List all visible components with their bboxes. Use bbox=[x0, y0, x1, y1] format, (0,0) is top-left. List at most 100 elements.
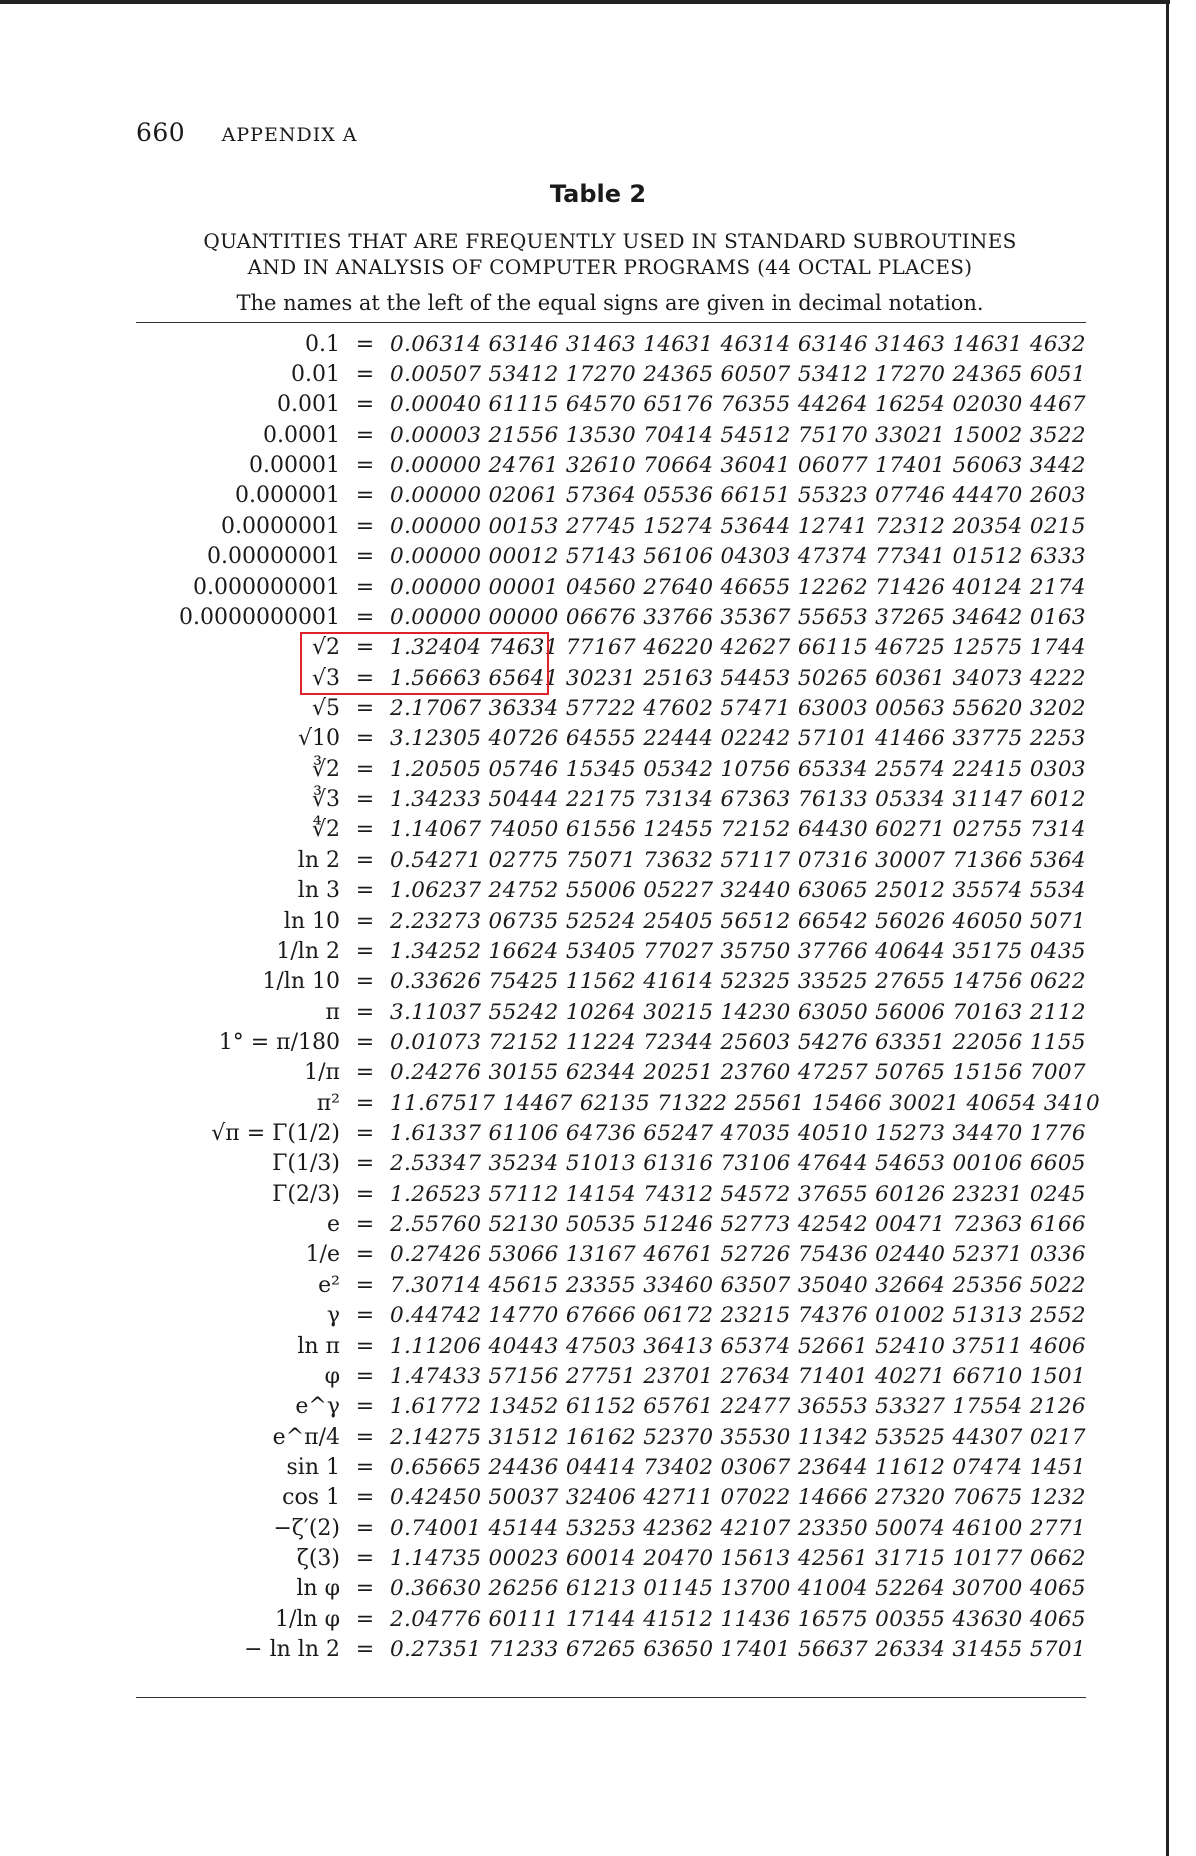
equals-sign: = bbox=[355, 422, 375, 448]
octal-value: 1.61772 13452 61152 65761 22477 36553 53… bbox=[390, 1394, 1086, 1420]
equals-sign: = bbox=[355, 331, 375, 357]
octal-value: 0.00000 00001 04560 27640 46655 12262 71… bbox=[390, 574, 1086, 600]
constant-name: 1/π bbox=[304, 1060, 340, 1086]
constants-table: 0.1 = 0.06314 63146 31463 14631 46314 6314… bbox=[0, 329, 1196, 1665]
octal-value: 0.27351 71233 67265 63650 17401 56637 26… bbox=[390, 1637, 1086, 1663]
constant-name: 1/ln 10 bbox=[262, 969, 340, 995]
octal-value: 0.00507 53412 17270 24365 60507 53412 17… bbox=[390, 362, 1086, 388]
table-row: ∜2 = 1.14067 74050 61556 12455 72152 64430… bbox=[0, 815, 1196, 845]
equals-sign: = bbox=[355, 1576, 375, 1602]
table-row: Γ(1/3) = 2.53347 35234 51013 61316 73106 4… bbox=[0, 1149, 1196, 1179]
constant-name: 0.0001 bbox=[263, 422, 340, 448]
equals-sign: = bbox=[355, 969, 375, 995]
constant-name: − ln ln 2 bbox=[244, 1637, 340, 1663]
page-header: 660 APPENDIX A bbox=[136, 118, 357, 147]
table-row: ln φ = 0.36630 26256 61213 01145 13700 410… bbox=[0, 1574, 1196, 1604]
table-row: ln 10 = 2.23273 06735 52524 25405 56512 66… bbox=[0, 906, 1196, 936]
octal-value: 0.01073 72152 11224 72344 25603 54276 63… bbox=[390, 1029, 1086, 1055]
equals-sign: = bbox=[355, 1121, 375, 1147]
table-row: e = 2.55760 52130 50535 51246 52773 42542 … bbox=[0, 1209, 1196, 1239]
table-row: 0.0000000001 = 0.00000 00000 06676 33766 3… bbox=[0, 602, 1196, 632]
octal-value: 0.27426 53066 13167 46761 52726 75436 02… bbox=[390, 1242, 1086, 1268]
table-row: e^π/4 = 2.14275 31512 16162 52370 35530 11… bbox=[0, 1422, 1196, 1452]
equals-sign: = bbox=[355, 1546, 375, 1572]
equals-sign: = bbox=[355, 999, 375, 1025]
constant-name: ln 3 bbox=[297, 878, 340, 904]
constant-name: √2 bbox=[311, 635, 340, 661]
equals-sign: = bbox=[355, 362, 375, 388]
octal-value: 2.53347 35234 51013 61316 73106 47644 54… bbox=[390, 1151, 1086, 1177]
equals-sign: = bbox=[355, 787, 375, 813]
octal-value: 0.00040 61115 64570 65176 76355 44264 16… bbox=[390, 392, 1086, 418]
octal-value: 0.00000 00153 27745 15274 53644 12741 72… bbox=[390, 513, 1086, 539]
section-title: APPENDIX A bbox=[221, 124, 358, 146]
equals-sign: = bbox=[355, 1151, 375, 1177]
table-row: 1° = π/180 = 0.01073 72152 11224 72344 256… bbox=[0, 1027, 1196, 1057]
octal-value: 11.67517 14467 62135 71322 25561 15466 3… bbox=[390, 1090, 1100, 1116]
table-row: 0.0001 = 0.00003 21556 13530 70414 54512 7… bbox=[0, 420, 1196, 450]
equals-sign: = bbox=[355, 1485, 375, 1511]
equals-sign: = bbox=[355, 817, 375, 843]
table-row: − ln ln 2 = 0.27351 71233 67265 63650 1740… bbox=[0, 1634, 1196, 1664]
octal-value: 2.14275 31512 16162 52370 35530 11342 53… bbox=[390, 1424, 1086, 1450]
constant-name: 0.000001 bbox=[235, 483, 340, 509]
constant-name: ln π bbox=[297, 1333, 340, 1359]
table-row: √5 = 2.17067 36334 57722 47602 57471 63003… bbox=[0, 693, 1196, 723]
octal-value: 1.47433 57156 27751 23701 27634 71401 40… bbox=[390, 1363, 1086, 1389]
table-row: ln π = 1.11206 40443 47503 36413 65374 526… bbox=[0, 1331, 1196, 1361]
equals-sign: = bbox=[355, 726, 375, 752]
octal-value: 1.34233 50444 22175 73134 67363 76133 05… bbox=[390, 787, 1086, 813]
constant-name: 0.00000001 bbox=[207, 544, 340, 570]
constant-name: √π = Γ(1/2) bbox=[211, 1121, 340, 1147]
table-row: 0.000001 = 0.00000 02061 57364 05536 66151… bbox=[0, 481, 1196, 511]
constant-name: e bbox=[326, 1212, 340, 1238]
table-row: π = 3.11037 55242 10264 30215 14230 63050 … bbox=[0, 997, 1196, 1027]
table-row: √3 = 1.56663 65641 30231 25163 54453 50265… bbox=[0, 663, 1196, 693]
equals-sign: = bbox=[355, 1029, 375, 1055]
equals-sign: = bbox=[355, 513, 375, 539]
constant-name: e^γ bbox=[295, 1394, 340, 1420]
page-number: 660 bbox=[136, 118, 186, 147]
table-row: √10 = 3.12305 40726 64555 22444 02242 5710… bbox=[0, 724, 1196, 754]
constant-name: Γ(2/3) bbox=[272, 1181, 340, 1207]
constant-name: 0.0000000001 bbox=[179, 604, 340, 630]
constant-name: 1° = π/180 bbox=[218, 1029, 340, 1055]
constant-name: √3 bbox=[311, 665, 340, 691]
table-row: 0.0000001 = 0.00000 00153 27745 15274 5364… bbox=[0, 511, 1196, 541]
octal-value: 2.55760 52130 50535 51246 52773 42542 00… bbox=[390, 1212, 1086, 1238]
table-row: 0.001 = 0.00040 61115 64570 65176 76355 44… bbox=[0, 390, 1196, 420]
equals-sign: = bbox=[355, 1242, 375, 1268]
table-row: e² = 7.30714 45615 23355 33460 63507 35040… bbox=[0, 1270, 1196, 1300]
equals-sign: = bbox=[355, 1424, 375, 1450]
constant-name: 0.0000001 bbox=[221, 513, 340, 539]
constant-name: ζ(3) bbox=[296, 1546, 340, 1572]
table-row: 0.00000001 = 0.00000 00012 57143 56106 043… bbox=[0, 542, 1196, 572]
octal-value: 0.00000 24761 32610 70664 36041 06077 17… bbox=[390, 453, 1086, 479]
octal-value: 0.54271 02775 75071 73632 57117 07316 30… bbox=[390, 847, 1086, 873]
octal-value: 0.42450 50037 32406 42711 07022 14666 27… bbox=[390, 1485, 1086, 1511]
constant-name: 1/ln φ bbox=[274, 1606, 340, 1632]
equals-sign: = bbox=[355, 1363, 375, 1389]
top-table-rule bbox=[136, 322, 1086, 323]
octal-value: 1.14067 74050 61556 12455 72152 64430 60… bbox=[390, 817, 1086, 843]
table-row: 1/e = 0.27426 53066 13167 46761 52726 7543… bbox=[0, 1240, 1196, 1270]
octal-value: 0.00000 00000 06676 33766 35367 55653 37… bbox=[390, 604, 1086, 630]
equals-sign: = bbox=[355, 878, 375, 904]
equals-sign: = bbox=[355, 1060, 375, 1086]
octal-value: 0.74001 45144 53253 42362 42107 23350 50… bbox=[390, 1515, 1086, 1541]
equals-sign: = bbox=[355, 604, 375, 630]
constant-name: 0.01 bbox=[291, 362, 340, 388]
equals-sign: = bbox=[355, 1394, 375, 1420]
equals-sign: = bbox=[355, 1606, 375, 1632]
constant-name: 1/ln 2 bbox=[276, 938, 340, 964]
octal-value: 0.06314 63146 31463 14631 46314 63146 31… bbox=[390, 331, 1086, 357]
equals-sign: = bbox=[355, 1272, 375, 1298]
table-row: Γ(2/3) = 1.26523 57112 14154 74312 54572 3… bbox=[0, 1179, 1196, 1209]
table-row: √π = Γ(1/2) = 1.61337 61106 64736 65247 47… bbox=[0, 1118, 1196, 1148]
octal-value: 0.44742 14770 67666 06172 23215 74376 01… bbox=[390, 1303, 1086, 1329]
constant-name: −ζ′(2) bbox=[273, 1515, 340, 1541]
table-caption: QUANTITIES THAT ARE FREQUENTLY USED IN S… bbox=[150, 228, 1070, 280]
equals-sign: = bbox=[355, 1333, 375, 1359]
table-row: 0.000000001 = 0.00000 00001 04560 27640 46… bbox=[0, 572, 1196, 602]
constant-name: cos 1 bbox=[282, 1485, 340, 1511]
